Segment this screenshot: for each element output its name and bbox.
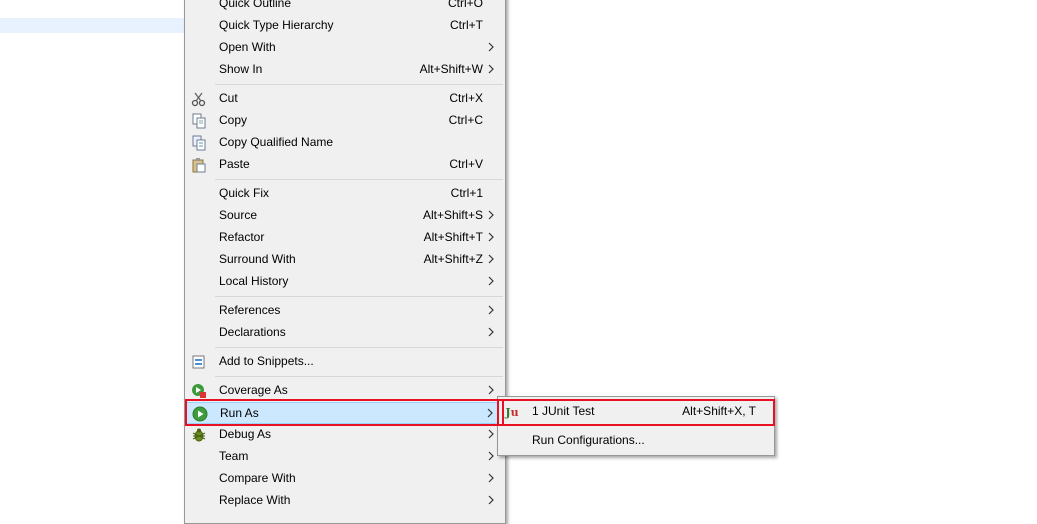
menu-item-shortcut: Ctrl+C xyxy=(448,113,483,127)
context-menu: Quick Outline Ctrl+O Quick Type Hierarchy C… xyxy=(184,0,506,524)
code-line xyxy=(0,17,212,33)
chevron-right-icon xyxy=(487,448,495,467)
snippets-icon xyxy=(191,354,207,370)
menu-item-paste[interactable]: Paste Ctrl+V xyxy=(185,154,505,176)
menu-item-shortcut: Ctrl+T xyxy=(450,18,483,32)
menu-item-shortcut: Ctrl+V xyxy=(449,157,483,171)
menu-item-shortcut: Ctrl+O xyxy=(447,0,483,10)
menu-item-label: Quick Type Hierarchy xyxy=(219,18,334,32)
menu-item-label: Paste xyxy=(219,157,250,171)
menu-item-label: Replace With xyxy=(219,493,291,507)
menu-item-compare-with[interactable]: Compare With xyxy=(185,468,505,490)
menu-item-shortcut: Alt+Shift+S xyxy=(422,208,483,222)
chevron-right-icon xyxy=(487,324,495,343)
menu-item-shortcut: Ctrl+1 xyxy=(450,186,483,200)
copy-icon xyxy=(191,113,207,129)
menu-item-debug-as[interactable]: Debug As xyxy=(185,424,505,446)
menu-separator xyxy=(215,84,503,85)
chevron-right-icon xyxy=(487,229,495,248)
debug-bug-icon xyxy=(191,427,207,443)
chevron-right-icon xyxy=(487,39,495,58)
menu-item-show-in[interactable]: Show In Alt+Shift+W xyxy=(185,59,505,81)
menu-item-source[interactable]: Source Alt+Shift+S xyxy=(185,205,505,227)
copy-qualified-icon xyxy=(191,135,207,151)
menu-item-label: Copy xyxy=(219,113,248,127)
menu-separator xyxy=(215,179,503,180)
chevron-right-icon xyxy=(487,302,495,321)
menu-item-replace-with[interactable]: Replace With xyxy=(185,490,505,512)
scissors-icon xyxy=(191,91,207,107)
chevron-right-icon xyxy=(487,492,495,511)
menu-separator xyxy=(215,347,503,348)
menu-item-add-to-snippets[interactable]: Add to Snippets... xyxy=(185,351,505,373)
menu-item-quick-fix[interactable]: Quick Fix Ctrl+1 xyxy=(185,183,505,205)
menu-item-shortcut: Alt+Shift+W xyxy=(419,62,483,76)
menu-item-label: Copy Qualified Name xyxy=(219,135,334,149)
run-as-highlight-box xyxy=(185,399,504,426)
menu-item-label: Open With xyxy=(219,40,276,54)
menu-item-label: Team xyxy=(219,449,249,463)
menu-item-cut[interactable]: Cut Ctrl+X xyxy=(185,88,505,110)
menu-item-surround-with[interactable]: Surround With Alt+Shift+Z xyxy=(185,249,505,271)
menu-item-label: Coverage As xyxy=(219,383,288,397)
menu-item-label: Local History xyxy=(219,274,289,288)
menu-item-shortcut: Alt+Shift+Z xyxy=(423,252,483,266)
menu-item-local-history[interactable]: Local History xyxy=(185,271,505,293)
menu-item-label: Cut xyxy=(219,91,238,105)
menu-item-refactor[interactable]: Refactor Alt+Shift+T xyxy=(185,227,505,249)
menu-item-label: Add to Snippets... xyxy=(219,354,314,368)
menu-item-label: Compare With xyxy=(219,471,296,485)
menu-item-copy-qualified-name[interactable]: Copy Qualified Name xyxy=(185,132,505,154)
coverage-icon xyxy=(191,383,207,399)
menu-item-label: Debug As xyxy=(219,427,272,441)
menu-separator xyxy=(215,296,503,297)
junit-highlight-box xyxy=(497,399,775,426)
chevron-right-icon xyxy=(487,426,495,445)
menu-item-shortcut: Alt+Shift+T xyxy=(423,230,483,244)
menu-item-label: References xyxy=(219,303,281,317)
menu-item-declarations[interactable]: Declarations xyxy=(185,322,505,344)
menu-item-team[interactable]: Team xyxy=(185,446,505,468)
menu-item-label: Show In xyxy=(219,62,263,76)
menu-item-quick-type-hierarchy[interactable]: Quick Type Hierarchy Ctrl+T xyxy=(185,15,505,37)
menu-item-open-with[interactable]: Open With xyxy=(185,37,505,59)
menu-item-shortcut: Ctrl+X xyxy=(449,91,483,105)
chevron-right-icon xyxy=(487,273,495,292)
menu-separator xyxy=(215,376,503,377)
menu-item-label: Quick Fix xyxy=(219,186,270,200)
submenu-item-label: Run Configurations... xyxy=(532,433,645,447)
menu-item-label: Source xyxy=(219,208,258,222)
submenu-item-run-configurations[interactable]: Run Configurations... xyxy=(498,430,774,452)
menu-item-label: Declarations xyxy=(219,325,286,339)
menu-item-copy[interactable]: Copy Ctrl+C xyxy=(185,110,505,132)
menu-item-quick-outline[interactable]: Quick Outline Ctrl+O xyxy=(185,0,505,15)
menu-item-label: Surround With xyxy=(219,252,296,266)
menu-item-references[interactable]: References xyxy=(185,300,505,322)
paste-icon xyxy=(191,157,207,173)
chevron-right-icon xyxy=(487,207,495,226)
chevron-right-icon xyxy=(487,61,495,80)
chevron-right-icon xyxy=(487,470,495,489)
menu-item-label: Quick Outline xyxy=(219,0,292,10)
chevron-right-icon xyxy=(487,251,495,270)
menu-item-label: Refactor xyxy=(219,230,265,244)
